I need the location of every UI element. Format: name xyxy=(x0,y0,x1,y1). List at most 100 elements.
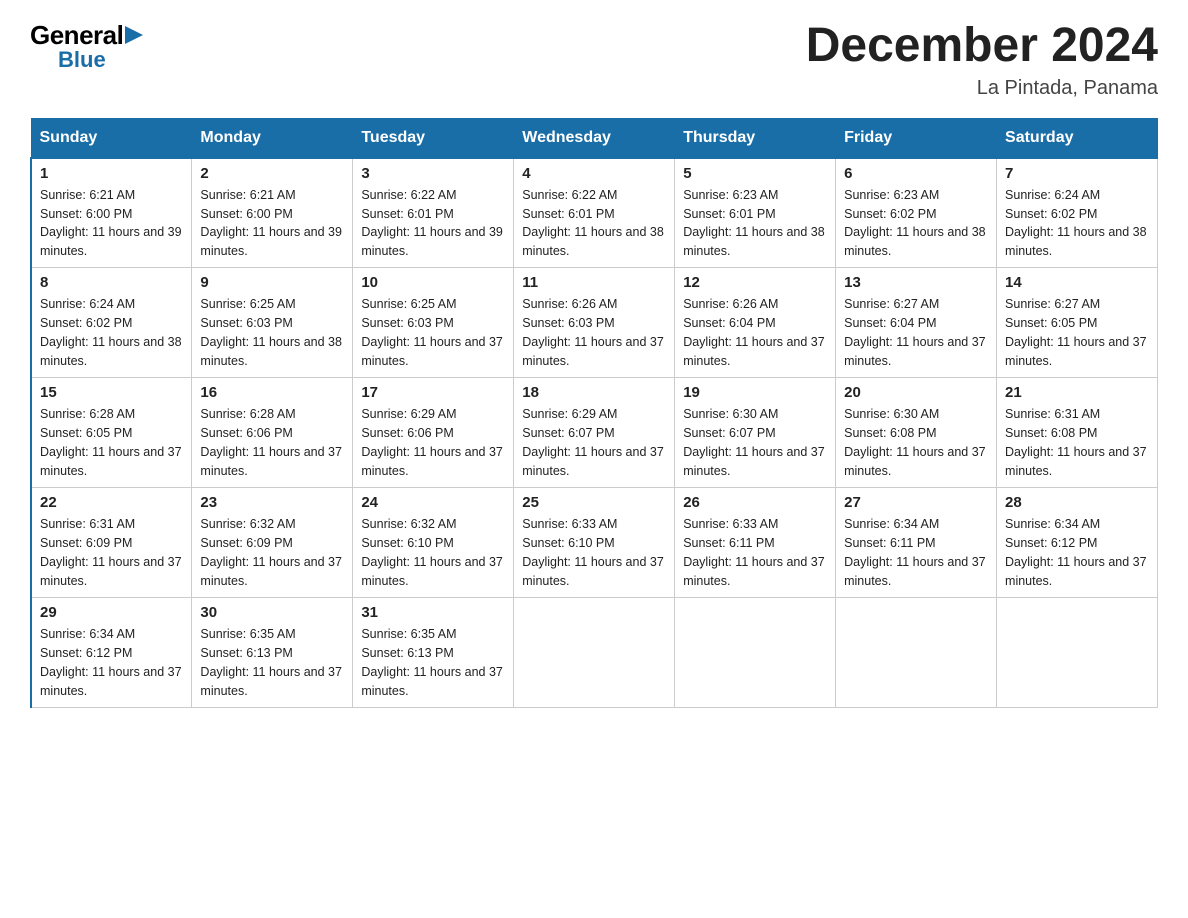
logo-blue-text: Blue xyxy=(58,47,106,73)
day-info: Sunrise: 6:26 AM Sunset: 6:03 PM Dayligh… xyxy=(522,295,666,370)
title-area: December 2024 La Pintada, Panama xyxy=(806,20,1158,100)
day-number: 4 xyxy=(522,165,666,182)
day-number: 26 xyxy=(683,494,827,511)
table-row: 17 Sunrise: 6:29 AM Sunset: 6:06 PM Dayl… xyxy=(353,378,514,488)
day-number: 19 xyxy=(683,384,827,401)
day-number: 31 xyxy=(361,604,505,621)
table-row: 18 Sunrise: 6:29 AM Sunset: 6:07 PM Dayl… xyxy=(514,378,675,488)
day-info: Sunrise: 6:33 AM Sunset: 6:11 PM Dayligh… xyxy=(683,515,827,590)
page-title: December 2024 xyxy=(806,20,1158,73)
day-info: Sunrise: 6:33 AM Sunset: 6:10 PM Dayligh… xyxy=(522,515,666,590)
table-row: 2 Sunrise: 6:21 AM Sunset: 6:00 PM Dayli… xyxy=(192,158,353,268)
day-info: Sunrise: 6:31 AM Sunset: 6:09 PM Dayligh… xyxy=(40,515,183,590)
calendar-header-row: Sunday Monday Tuesday Wednesday Thursday… xyxy=(31,118,1158,158)
day-number: 30 xyxy=(200,604,344,621)
table-row: 27 Sunrise: 6:34 AM Sunset: 6:11 PM Dayl… xyxy=(836,488,997,598)
day-info: Sunrise: 6:21 AM Sunset: 6:00 PM Dayligh… xyxy=(40,186,183,261)
day-number: 16 xyxy=(200,384,344,401)
day-number: 18 xyxy=(522,384,666,401)
day-info: Sunrise: 6:22 AM Sunset: 6:01 PM Dayligh… xyxy=(522,186,666,261)
table-row: 24 Sunrise: 6:32 AM Sunset: 6:10 PM Dayl… xyxy=(353,488,514,598)
day-info: Sunrise: 6:35 AM Sunset: 6:13 PM Dayligh… xyxy=(200,625,344,700)
day-number: 28 xyxy=(1005,494,1149,511)
calendar-week-row: 29 Sunrise: 6:34 AM Sunset: 6:12 PM Dayl… xyxy=(31,598,1158,708)
calendar-table: Sunday Monday Tuesday Wednesday Thursday… xyxy=(30,118,1158,709)
day-info: Sunrise: 6:34 AM Sunset: 6:11 PM Dayligh… xyxy=(844,515,988,590)
day-number: 22 xyxy=(40,494,183,511)
table-row: 9 Sunrise: 6:25 AM Sunset: 6:03 PM Dayli… xyxy=(192,268,353,378)
table-row: 15 Sunrise: 6:28 AM Sunset: 6:05 PM Dayl… xyxy=(31,378,192,488)
calendar-week-row: 8 Sunrise: 6:24 AM Sunset: 6:02 PM Dayli… xyxy=(31,268,1158,378)
col-saturday: Saturday xyxy=(997,118,1158,158)
table-row: 4 Sunrise: 6:22 AM Sunset: 6:01 PM Dayli… xyxy=(514,158,675,268)
day-info: Sunrise: 6:23 AM Sunset: 6:01 PM Dayligh… xyxy=(683,186,827,261)
day-info: Sunrise: 6:29 AM Sunset: 6:07 PM Dayligh… xyxy=(522,405,666,480)
day-number: 6 xyxy=(844,165,988,182)
day-info: Sunrise: 6:30 AM Sunset: 6:08 PM Dayligh… xyxy=(844,405,988,480)
logo: General Blue xyxy=(30,20,143,73)
table-row: 3 Sunrise: 6:22 AM Sunset: 6:01 PM Dayli… xyxy=(353,158,514,268)
table-row xyxy=(514,598,675,708)
calendar-week-row: 1 Sunrise: 6:21 AM Sunset: 6:00 PM Dayli… xyxy=(31,158,1158,268)
day-info: Sunrise: 6:28 AM Sunset: 6:06 PM Dayligh… xyxy=(200,405,344,480)
day-number: 1 xyxy=(40,165,183,182)
day-info: Sunrise: 6:24 AM Sunset: 6:02 PM Dayligh… xyxy=(40,295,183,370)
day-number: 5 xyxy=(683,165,827,182)
day-number: 21 xyxy=(1005,384,1149,401)
table-row: 25 Sunrise: 6:33 AM Sunset: 6:10 PM Dayl… xyxy=(514,488,675,598)
table-row: 7 Sunrise: 6:24 AM Sunset: 6:02 PM Dayli… xyxy=(997,158,1158,268)
day-number: 14 xyxy=(1005,274,1149,291)
table-row: 16 Sunrise: 6:28 AM Sunset: 6:06 PM Dayl… xyxy=(192,378,353,488)
table-row: 10 Sunrise: 6:25 AM Sunset: 6:03 PM Dayl… xyxy=(353,268,514,378)
day-info: Sunrise: 6:24 AM Sunset: 6:02 PM Dayligh… xyxy=(1005,186,1149,261)
col-thursday: Thursday xyxy=(675,118,836,158)
table-row: 13 Sunrise: 6:27 AM Sunset: 6:04 PM Dayl… xyxy=(836,268,997,378)
day-number: 25 xyxy=(522,494,666,511)
header: General Blue December 2024 La Pintada, P… xyxy=(30,20,1158,100)
day-info: Sunrise: 6:32 AM Sunset: 6:09 PM Dayligh… xyxy=(200,515,344,590)
day-info: Sunrise: 6:25 AM Sunset: 6:03 PM Dayligh… xyxy=(200,295,344,370)
day-number: 3 xyxy=(361,165,505,182)
table-row xyxy=(675,598,836,708)
table-row: 12 Sunrise: 6:26 AM Sunset: 6:04 PM Dayl… xyxy=(675,268,836,378)
day-number: 11 xyxy=(522,274,666,291)
table-row: 20 Sunrise: 6:30 AM Sunset: 6:08 PM Dayl… xyxy=(836,378,997,488)
subtitle: La Pintada, Panama xyxy=(806,77,1158,100)
day-number: 8 xyxy=(40,274,183,291)
table-row: 21 Sunrise: 6:31 AM Sunset: 6:08 PM Dayl… xyxy=(997,378,1158,488)
day-info: Sunrise: 6:25 AM Sunset: 6:03 PM Dayligh… xyxy=(361,295,505,370)
day-info: Sunrise: 6:31 AM Sunset: 6:08 PM Dayligh… xyxy=(1005,405,1149,480)
day-info: Sunrise: 6:34 AM Sunset: 6:12 PM Dayligh… xyxy=(40,625,183,700)
col-friday: Friday xyxy=(836,118,997,158)
day-info: Sunrise: 6:32 AM Sunset: 6:10 PM Dayligh… xyxy=(361,515,505,590)
day-info: Sunrise: 6:26 AM Sunset: 6:04 PM Dayligh… xyxy=(683,295,827,370)
table-row: 11 Sunrise: 6:26 AM Sunset: 6:03 PM Dayl… xyxy=(514,268,675,378)
day-number: 29 xyxy=(40,604,183,621)
calendar-week-row: 22 Sunrise: 6:31 AM Sunset: 6:09 PM Dayl… xyxy=(31,488,1158,598)
table-row: 30 Sunrise: 6:35 AM Sunset: 6:13 PM Dayl… xyxy=(192,598,353,708)
col-wednesday: Wednesday xyxy=(514,118,675,158)
table-row: 14 Sunrise: 6:27 AM Sunset: 6:05 PM Dayl… xyxy=(997,268,1158,378)
day-number: 15 xyxy=(40,384,183,401)
table-row: 22 Sunrise: 6:31 AM Sunset: 6:09 PM Dayl… xyxy=(31,488,192,598)
day-number: 27 xyxy=(844,494,988,511)
day-number: 23 xyxy=(200,494,344,511)
day-info: Sunrise: 6:21 AM Sunset: 6:00 PM Dayligh… xyxy=(200,186,344,261)
day-number: 17 xyxy=(361,384,505,401)
day-info: Sunrise: 6:29 AM Sunset: 6:06 PM Dayligh… xyxy=(361,405,505,480)
day-info: Sunrise: 6:28 AM Sunset: 6:05 PM Dayligh… xyxy=(40,405,183,480)
table-row: 23 Sunrise: 6:32 AM Sunset: 6:09 PM Dayl… xyxy=(192,488,353,598)
table-row: 5 Sunrise: 6:23 AM Sunset: 6:01 PM Dayli… xyxy=(675,158,836,268)
table-row: 8 Sunrise: 6:24 AM Sunset: 6:02 PM Dayli… xyxy=(31,268,192,378)
table-row: 31 Sunrise: 6:35 AM Sunset: 6:13 PM Dayl… xyxy=(353,598,514,708)
day-number: 10 xyxy=(361,274,505,291)
day-number: 24 xyxy=(361,494,505,511)
table-row: 26 Sunrise: 6:33 AM Sunset: 6:11 PM Dayl… xyxy=(675,488,836,598)
col-tuesday: Tuesday xyxy=(353,118,514,158)
day-info: Sunrise: 6:23 AM Sunset: 6:02 PM Dayligh… xyxy=(844,186,988,261)
day-info: Sunrise: 6:30 AM Sunset: 6:07 PM Dayligh… xyxy=(683,405,827,480)
day-info: Sunrise: 6:27 AM Sunset: 6:05 PM Dayligh… xyxy=(1005,295,1149,370)
day-number: 7 xyxy=(1005,165,1149,182)
table-row xyxy=(997,598,1158,708)
logo-triangle-icon xyxy=(125,26,143,44)
